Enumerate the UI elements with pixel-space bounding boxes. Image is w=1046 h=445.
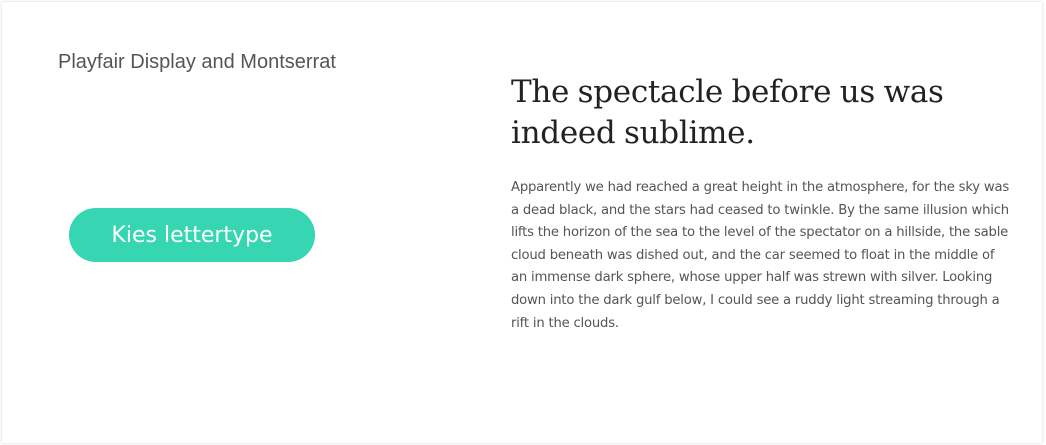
choose-font-button[interactable]: Kies lettertype — [69, 208, 315, 262]
preview-body-text: Apparently we had reached a great height… — [511, 180, 1010, 331]
font-pair-card: Playfair Display and Montserrat Kies let… — [2, 2, 1042, 443]
font-preview: The spectacle before us was indeed subli… — [511, 72, 1011, 335]
font-pair-name: Playfair Display and Montserrat — [58, 51, 336, 73]
preview-headline: The spectacle before us was indeed subli… — [511, 74, 944, 151]
